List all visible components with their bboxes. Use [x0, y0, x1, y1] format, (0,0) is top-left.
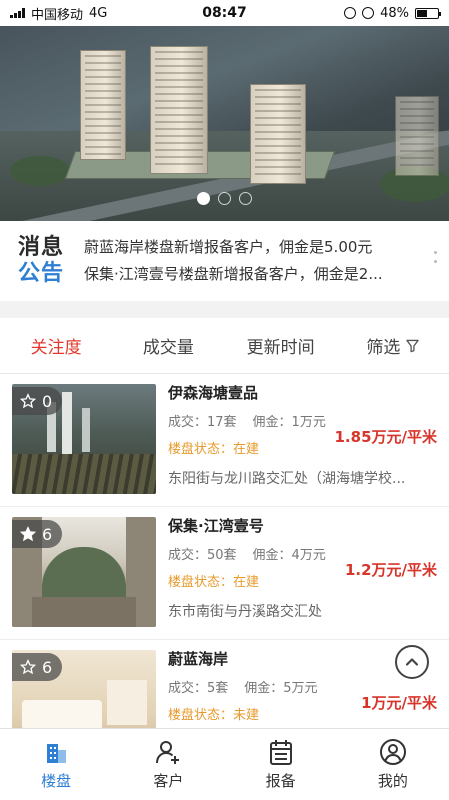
commission: 佣金：4万元 — [252, 548, 326, 563]
commission: 佣金：1万元 — [252, 415, 326, 430]
funnel-icon — [406, 339, 420, 352]
tab-customers[interactable]: 客户 — [112, 729, 224, 800]
status-left: 中国移动 4G — [10, 4, 160, 23]
property-price: 1万元/平米 — [361, 694, 437, 712]
filter-button[interactable]: 筛选 — [337, 333, 449, 358]
property-stats: 成交：5套 佣金：5万元 — [168, 677, 318, 696]
tab-properties[interactable]: 楼盘 — [0, 729, 112, 800]
carousel-dot[interactable] — [197, 192, 210, 205]
network-label: 4G — [89, 5, 108, 21]
sort-tab-attention[interactable]: 关注度 — [0, 333, 112, 358]
property-address: 东市南街与丹溪路交汇处 — [168, 604, 322, 620]
star-filled-icon — [20, 526, 36, 542]
carousel-dot[interactable] — [239, 192, 252, 205]
carousel-indicators — [0, 192, 449, 205]
sort-tab-deals[interactable]: 成交量 — [112, 333, 224, 358]
star-outline-icon — [20, 393, 36, 409]
signal-icon — [10, 8, 25, 18]
carrier-label: 中国移动 — [31, 7, 84, 23]
notice-list: 蔚蓝海岸楼盘新增报备客户，佣金是5.00元 保集·江湾壹号楼盘新增报备客户，佣金… — [84, 234, 429, 288]
calendar-list-icon — [269, 740, 292, 765]
sort-tab-updated[interactable]: 更新时间 — [225, 333, 337, 358]
property-stats: 成交：17套 佣金：1万元 — [168, 411, 326, 430]
deals-count: 成交：17套 — [168, 415, 237, 430]
property-name: 蔚蓝海岸 — [168, 650, 229, 668]
banner-building — [150, 46, 208, 174]
property-item[interactable]: 6 蔚蓝海岸 成交：5套 佣金：5万元 楼盘状态：未建 1万元/平米 — [0, 640, 449, 728]
chevron-up-icon — [405, 658, 419, 666]
favorite-badge[interactable]: 0 — [12, 387, 63, 415]
notice-scroll-indicator — [434, 251, 437, 263]
building-icon — [47, 744, 67, 763]
carousel-dot[interactable] — [218, 192, 231, 205]
commission: 佣金：5万元 — [244, 681, 318, 696]
alarm-icon — [362, 7, 375, 19]
property-status: 楼盘状态：未建 — [168, 708, 260, 723]
battery-percent: 48% — [380, 5, 409, 21]
rotation-lock-icon — [344, 7, 357, 19]
banner-building — [250, 84, 306, 184]
deals-count: 成交：50套 — [168, 548, 237, 563]
notice-bar[interactable]: 消息 公告 蔚蓝海岸楼盘新增报备客户，佣金是5.00元 保集·江湾壹号楼盘新增报… — [0, 221, 449, 301]
property-name: 保集·江湾壹号 — [168, 517, 264, 535]
back-to-top-button[interactable] — [395, 645, 429, 679]
tab-mine[interactable]: 我的 — [337, 729, 449, 800]
property-address: 东阳街与龙川路交汇处（湖海塘学校... — [168, 471, 406, 487]
user-circle-icon — [379, 739, 406, 765]
property-status: 楼盘状态：在建 — [168, 442, 260, 457]
clock: 08:47 — [202, 5, 247, 21]
property-name: 伊森海塘壹品 — [168, 384, 259, 402]
banner-building — [80, 50, 126, 160]
notice-logo: 消息 公告 — [18, 235, 65, 286]
property-price: 1.85万元/平米 — [334, 428, 438, 446]
banner-carousel[interactable] — [0, 26, 449, 221]
property-list: 0 伊森海塘壹品 成交：17套 佣金：1万元 楼盘状态：在建 1.85万元/平米… — [0, 374, 449, 728]
favorite-badge[interactable]: 6 — [12, 653, 63, 681]
property-price: 1.2万元/平米 — [344, 561, 437, 579]
property-thumbnail: 6 — [12, 517, 156, 627]
add-user-icon — [156, 741, 180, 764]
status-bar: 中国移动 4G 08:47 48% — [0, 0, 449, 26]
deals-count: 成交：5套 — [168, 681, 229, 696]
star-outline-icon — [20, 659, 36, 675]
property-thumbnail: 6 — [12, 650, 156, 728]
property-item[interactable]: 0 伊森海塘壹品 成交：17套 佣金：1万元 楼盘状态：在建 1.85万元/平米… — [0, 374, 449, 507]
status-right: 48% — [289, 5, 441, 21]
bottom-tab-bar: 楼盘 客户 报备 我的 — [0, 728, 449, 800]
sort-bar: 关注度 成交量 更新时间 筛选 — [0, 318, 449, 374]
notice-item[interactable]: 蔚蓝海岸楼盘新增报备客户，佣金是5.00元 — [84, 234, 429, 261]
property-thumbnail: 0 — [12, 384, 156, 494]
favorite-badge[interactable]: 6 — [12, 520, 63, 548]
notice-item[interactable]: 保集·江湾壹号楼盘新增报备客户，佣金是2... — [84, 261, 429, 288]
property-item[interactable]: 6 保集·江湾壹号 成交：50套 佣金：4万元 楼盘状态：在建 1.2万元/平米… — [0, 507, 449, 640]
tab-reports[interactable]: 报备 — [225, 729, 337, 800]
property-status: 楼盘状态：在建 — [168, 575, 260, 590]
property-stats: 成交：50套 佣金：4万元 — [168, 544, 326, 563]
battery-icon — [415, 7, 441, 19]
